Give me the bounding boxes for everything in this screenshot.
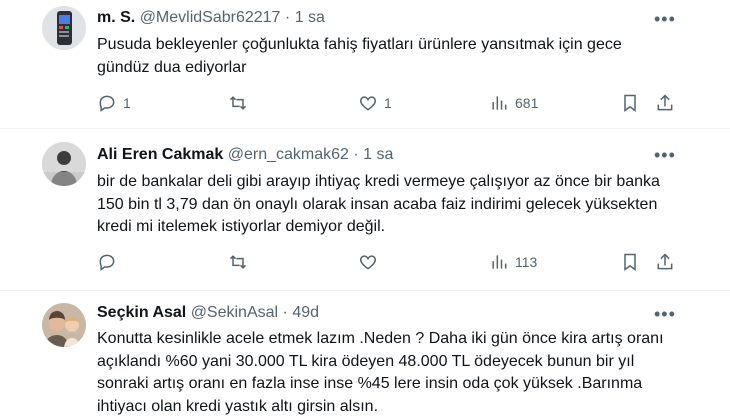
heart-icon bbox=[359, 96, 377, 111]
view-count: 113 bbox=[515, 254, 538, 270]
views-chart-icon bbox=[492, 255, 507, 269]
retweet-icon bbox=[229, 96, 247, 110]
tweet[interactable]: Ali Eren Cakmak @ern_cakmak62 · 1 sa •••… bbox=[0, 129, 730, 289]
tweet-text: bir de bankalar deli gibi arayıp ihtiyaç… bbox=[97, 173, 660, 235]
reply-icon bbox=[99, 95, 115, 112]
tweet-text: Pusuda bekleyenler çoğunlukta fahiş fiya… bbox=[97, 36, 622, 76]
author-handle[interactable]: @MevlidSabr62217 bbox=[140, 9, 281, 26]
avatar[interactable] bbox=[42, 303, 86, 347]
timestamp[interactable]: 1 sa bbox=[295, 9, 325, 26]
avatar[interactable] bbox=[42, 142, 86, 186]
separator-dot: · bbox=[284, 9, 291, 26]
tweet[interactable]: m. S. @MevlidSabr62217 · 1 sa ••• Pusuda… bbox=[0, 0, 730, 128]
more-options-icon[interactable]: ••• bbox=[654, 305, 676, 323]
action-bar: 113 bbox=[0, 252, 730, 274]
tweet-header: Ali Eren Cakmak @ern_cakmak62 · 1 sa bbox=[97, 145, 393, 165]
avatar[interactable] bbox=[42, 6, 86, 50]
author-name[interactable]: Seçkin Asal bbox=[97, 304, 186, 321]
bookmark-icon bbox=[624, 253, 636, 271]
separator-dot: · bbox=[353, 146, 359, 163]
view-count: 681 bbox=[515, 95, 539, 111]
views-button[interactable]: 681 bbox=[489, 93, 538, 113]
bookmark-icon bbox=[624, 94, 636, 112]
retweet-button[interactable] bbox=[228, 252, 254, 272]
author-handle[interactable]: @SekinAsal bbox=[191, 304, 278, 321]
like-button[interactable]: 1 bbox=[358, 93, 392, 113]
views-button[interactable]: 113 bbox=[489, 252, 537, 272]
heart-icon bbox=[359, 255, 377, 270]
tweet[interactable]: Seçkin Asal @SekinAsal · 49d ••• Konutta… bbox=[0, 291, 730, 420]
author-name[interactable]: m. S. bbox=[97, 9, 135, 26]
share-icon bbox=[657, 94, 673, 111]
more-options-icon[interactable]: ••• bbox=[654, 146, 676, 164]
tweet-header: m. S. @MevlidSabr62217 · 1 sa bbox=[97, 8, 325, 28]
more-options-icon[interactable]: ••• bbox=[654, 10, 676, 28]
action-bar: 1 1 681 bbox=[0, 93, 730, 115]
reply-icon bbox=[99, 254, 115, 271]
reply-count: 1 bbox=[123, 95, 131, 111]
tweet-header: Seçkin Asal @SekinAsal · 49d bbox=[97, 303, 319, 323]
share-icon bbox=[657, 253, 673, 270]
separator-dot: · bbox=[282, 304, 288, 321]
reply-button[interactable]: 1 bbox=[97, 93, 131, 113]
tweet-text: Konutta kesinlikle acele etmek lazım .Ne… bbox=[97, 330, 664, 415]
like-count: 1 bbox=[384, 95, 392, 111]
author-handle[interactable]: @ern_cakmak62 bbox=[228, 146, 349, 163]
retweet-icon bbox=[229, 255, 247, 269]
author-name[interactable]: Ali Eren Cakmak bbox=[97, 146, 223, 163]
bookmark-button[interactable] bbox=[620, 93, 640, 113]
bookmark-button[interactable] bbox=[620, 252, 640, 272]
views-chart-icon bbox=[492, 96, 507, 110]
timestamp[interactable]: 49d bbox=[292, 304, 319, 321]
reply-button[interactable] bbox=[97, 252, 123, 272]
timestamp[interactable]: 1 sa bbox=[363, 146, 393, 163]
like-button[interactable] bbox=[358, 252, 384, 272]
retweet-button[interactable] bbox=[228, 93, 254, 113]
share-button[interactable] bbox=[655, 252, 675, 272]
share-button[interactable] bbox=[655, 93, 675, 113]
